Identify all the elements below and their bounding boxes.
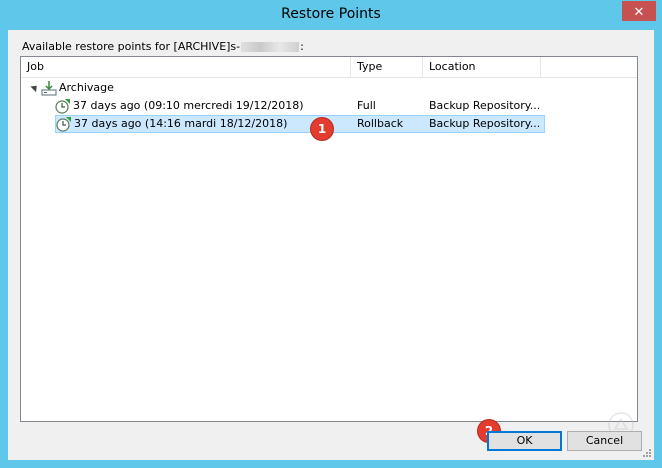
restore-point-row[interactable]: 37 days ago (09:10 mercredi 19/12/2018) … [55,97,545,115]
restore-point-location: Backup Repository... [429,117,541,130]
restore-point-row-selected[interactable]: 37 days ago (14:16 mardi 18/12/2018) Rol… [55,115,545,133]
column-header-type[interactable]: Type [351,57,423,77]
title-bar[interactable]: Restore Points ✕ [0,0,662,30]
restore-point-type: Rollback [357,117,404,130]
tree-group-row[interactable]: Archivage [21,79,637,97]
close-button[interactable]: ✕ [622,1,656,21]
dialog-body: Available restore points for [ARCHIVE]s-… [8,30,654,460]
collapse-arrow-icon[interactable] [30,82,40,93]
ok-button[interactable]: OK [487,431,562,451]
resize-grip-icon[interactable] [642,448,652,458]
dialog-title: Restore Points [281,6,381,22]
restore-point-location: Backup Repository... [429,99,541,112]
restore-point-label: 37 days ago (09:10 mercredi 19/12/2018) [73,99,304,112]
restore-points-list[interactable]: Job Type Location Archivage 37 days ago … [20,56,638,438]
restore-points-caption: Available restore points for [ARCHIVE]s-… [22,40,304,53]
callout-badge-1: 1 [311,118,333,140]
caption-prefix: Available restore points for [ARCHIVE]s- [22,40,241,53]
cancel-button[interactable]: Cancel [567,431,642,451]
caption-suffix: : [300,40,304,53]
list-header: Job Type Location [21,57,637,78]
redacted-name [241,42,300,52]
restore-point-type: Full [357,99,376,112]
restore-point-clock-icon [55,99,70,114]
tree-group-label: Archivage [59,81,114,94]
column-header-location[interactable]: Location [423,57,541,77]
backup-job-icon [41,81,57,96]
restore-points-dialog: Restore Points ✕ Available restore point… [0,0,662,468]
column-header-job[interactable]: Job [21,57,351,77]
restore-point-label: 37 days ago (14:16 mardi 18/12/2018) [74,117,288,130]
restore-point-clock-icon [56,117,71,132]
